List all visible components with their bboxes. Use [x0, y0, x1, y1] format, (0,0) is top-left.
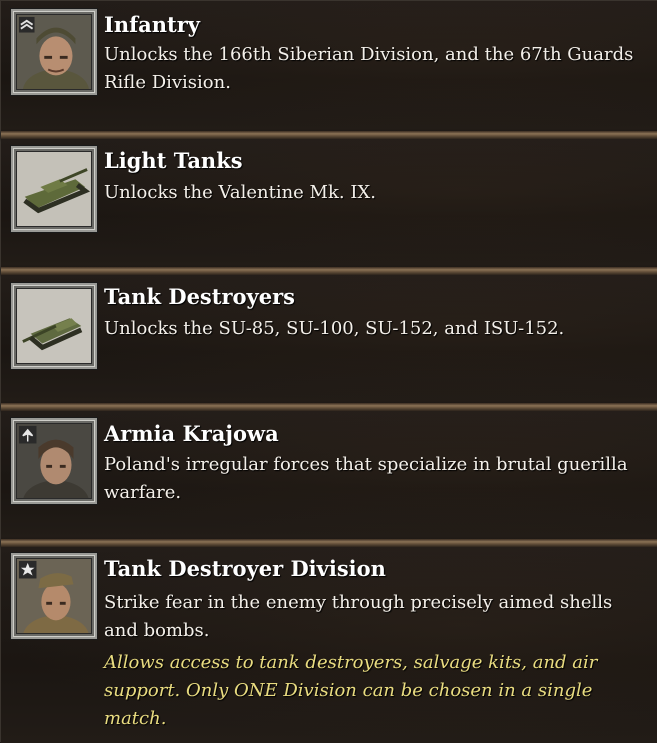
list-item-armia-krajowa[interactable]: Armia Krajowa Poland's irregular forces …: [1, 411, 657, 539]
row-divider: [1, 539, 657, 547]
item-description: Unlocks the SU-85, SU-100, SU-152, and I…: [104, 318, 565, 339]
list-item-infantry[interactable]: Infantry Unlocks the 166th Siberian Divi…: [1, 1, 657, 131]
row-divider: [1, 131, 657, 139]
soviet-infantry-portrait-icon: [17, 15, 91, 89]
item-description: Unlocks the 166th Siberian Division, and…: [104, 44, 634, 93]
tank-destroyer-icon: [17, 289, 91, 363]
list-item-tank-destroyers[interactable]: Tank Destroyers Unlocks the SU-85, SU-10…: [1, 275, 657, 403]
portrait-frame: [11, 418, 97, 504]
item-title: Tank Destroyers: [104, 284, 295, 309]
item-title: Light Tanks: [104, 148, 243, 173]
division-note: Allows access to tank destroyers, salvag…: [104, 652, 598, 729]
list-item-light-tanks[interactable]: Light Tanks Unlocks the Valentine Mk. IX…: [1, 139, 657, 267]
item-description: Unlocks the Valentine Mk. IX.: [104, 182, 376, 203]
polish-partisan-portrait-icon: [17, 424, 91, 498]
portrait-frame: [11, 146, 97, 232]
portrait-frame: [11, 9, 97, 95]
portrait-frame: [11, 283, 97, 369]
portrait-frame: [11, 553, 97, 639]
item-title: Infantry: [104, 12, 200, 37]
light-tank-icon: [17, 152, 91, 226]
soviet-officer-portrait-icon: [17, 559, 91, 633]
item-description: Poland's irregular forces that specializ…: [104, 454, 628, 503]
unlock-list-panel: Infantry Unlocks the 166th Siberian Divi…: [0, 0, 657, 743]
row-divider: [1, 403, 657, 411]
item-title: Armia Krajowa: [104, 421, 279, 446]
row-divider: [1, 267, 657, 275]
list-item-tank-destroyer-division[interactable]: Tank Destroyer Division Strike fear in t…: [1, 547, 657, 743]
item-description: Strike fear in the enemy through precise…: [104, 592, 613, 641]
item-title: Tank Destroyer Division: [104, 556, 386, 581]
